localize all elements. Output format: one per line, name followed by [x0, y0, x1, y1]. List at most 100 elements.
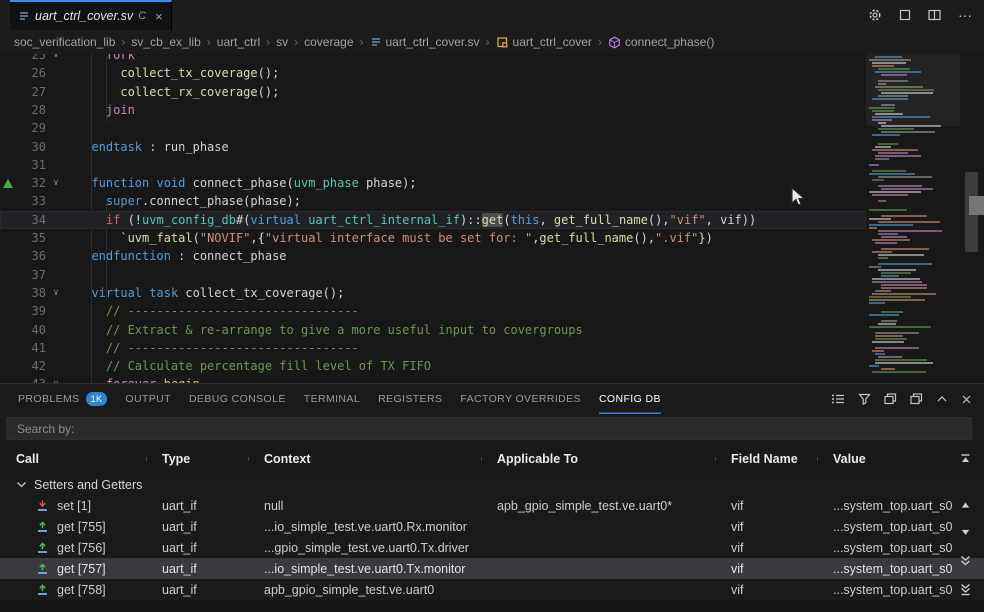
call-label: set [1]: [57, 499, 91, 513]
scroll-down-button[interactable]: [957, 524, 973, 540]
breadcrumb-item-connect-phase-[interactable]: connect_phase(): [608, 35, 714, 49]
code-line-31[interactable]: 31: [0, 156, 866, 174]
code-line-39[interactable]: 39 // --------------------------------: [0, 302, 866, 320]
breadcrumb-separator: ›: [360, 35, 364, 49]
table-row-set-1-[interactable]: set [1]uart_ifnullapb_gpio_simple_test.v…: [0, 495, 984, 516]
table-row-get-757-[interactable]: get [757]uart_if...io_simple_test.ve.uar…: [0, 558, 984, 579]
code-line-25[interactable]: 25∨ fork: [0, 54, 866, 64]
scroll-up-button[interactable]: [957, 497, 973, 513]
layout-square-icon[interactable]: [899, 9, 911, 21]
duplicate-window-icon[interactable]: [910, 393, 923, 405]
code-line-37[interactable]: 37: [0, 266, 866, 284]
breadcrumb-item-sv[interactable]: sv: [276, 35, 288, 49]
code-line-28[interactable]: 28 join: [0, 101, 866, 119]
open-new-window-icon[interactable]: [884, 393, 897, 405]
scroll-bottom-button[interactable]: [957, 581, 973, 597]
code-line-29[interactable]: 29: [0, 119, 866, 137]
code-line-33[interactable]: 33 super.connect_phase(phase);: [0, 192, 866, 210]
collapse-panel-icon[interactable]: [936, 394, 948, 404]
cell-context: apb_gpio_simple_test.ve.uart0: [248, 583, 481, 597]
code-text: if (!uvm_config_db#(virtual uart_ctrl_in…: [77, 211, 756, 229]
code-line-27[interactable]: 27 collect_rx_coverage();: [0, 83, 866, 101]
code-line-35[interactable]: 35 `uvm_fatal("NOVIF",{"virtual interfac…: [0, 229, 866, 247]
panel-tab-output[interactable]: OUTPUT: [125, 384, 171, 414]
close-panel-icon[interactable]: [961, 394, 972, 405]
panel-tab-problems[interactable]: PROBLEMS1K: [18, 384, 107, 414]
split-editor-icon[interactable]: [928, 9, 941, 21]
fold-chevron-icon: [48, 357, 64, 375]
fold-chevron-icon[interactable]: ∨: [48, 54, 64, 64]
cell-context: ...io_simple_test.ve.uart0.Tx.monitor: [248, 562, 481, 576]
code-line-42[interactable]: 42 // Calculate percentage fill level of…: [0, 357, 866, 375]
fold-chevron-icon: [48, 211, 64, 229]
breadcrumb-label: uart_ctrl: [217, 35, 260, 49]
column-header-type[interactable]: Type: [146, 452, 248, 466]
fold-chevron-icon[interactable]: ∨: [48, 284, 64, 302]
fold-chevron-icon[interactable]: ∨: [48, 375, 64, 383]
panel-tab-debug-console[interactable]: DEBUG CONSOLE: [189, 384, 286, 414]
panel-tab-config-db[interactable]: CONFIG DB: [599, 384, 661, 414]
page-down-button[interactable]: [957, 552, 973, 568]
code-line-34[interactable]: 34 if (!uvm_config_db#(virtual uart_ctrl…: [0, 211, 866, 229]
breadcrumb-item-soc-verification-lib[interactable]: soc_verification_lib: [14, 35, 115, 49]
code-text: forever begin: [77, 375, 200, 383]
code-line-38[interactable]: 38∨ virtual task collect_tx_coverage();: [0, 284, 866, 302]
cell-call: get [756]: [0, 541, 146, 555]
cell-context: null: [248, 499, 481, 513]
code-text: endtask : run_phase: [77, 138, 229, 156]
fold-chevron-icon: [48, 138, 64, 156]
column-header-applicable-to[interactable]: Applicable To: [481, 452, 715, 466]
panel-tab-terminal[interactable]: TERMINAL: [304, 384, 360, 414]
table-row-get-755-[interactable]: get [755]uart_if...io_simple_test.ve.uar…: [0, 516, 984, 537]
view-as-list-icon[interactable]: [831, 393, 845, 405]
line-number: 37: [0, 266, 46, 284]
search-input[interactable]: [6, 417, 972, 440]
table-row-get-756-[interactable]: get [756]uart_if...gpio_simple_test.ve.u…: [0, 537, 984, 558]
code-line-32[interactable]: 32∨ function void connect_phase(uvm_phas…: [0, 174, 866, 192]
code-line-26[interactable]: 26 collect_tx_coverage();: [0, 64, 866, 82]
fold-chevron-icon: [48, 192, 64, 210]
panel-tab-registers[interactable]: REGISTERS: [378, 384, 442, 414]
column-header-context[interactable]: Context: [248, 452, 481, 466]
tab-close-icon[interactable]: ×: [155, 10, 163, 23]
column-header-call[interactable]: Call: [0, 452, 146, 466]
line-number: 41: [0, 339, 46, 357]
code-text: virtual task collect_tx_coverage();: [77, 284, 344, 302]
breadcrumb-item-uart-ctrl-cover-sv[interactable]: uart_ctrl_cover.sv: [370, 35, 480, 49]
code-text: function void connect_phase(uvm_phase ph…: [77, 174, 417, 192]
scroll-top-button[interactable]: [957, 451, 973, 467]
filter-icon[interactable]: [858, 393, 871, 405]
call-label: get [757]: [57, 562, 106, 576]
column-header-field-name[interactable]: Field Name: [715, 452, 817, 466]
table-row-get-758-[interactable]: get [758]uart_ifapb_gpio_simple_test.ve.…: [0, 579, 984, 600]
breadcrumb-item-uart-ctrl[interactable]: uart_ctrl: [217, 35, 260, 49]
cell-field_name: vif: [715, 541, 817, 555]
breadcrumb-item-sv-cb-ex-lib[interactable]: sv_cb_ex_lib: [131, 35, 200, 49]
fold-chevron-icon: [48, 339, 64, 357]
breadcrumb-item-coverage[interactable]: coverage: [304, 35, 353, 49]
code-line-30[interactable]: 30 endtask : run_phase: [0, 138, 866, 156]
call-label: get [758]: [57, 583, 106, 597]
editor-tab[interactable]: uart_ctrl_cover.sv C ×: [10, 0, 172, 30]
breadcrumb-item-uart-ctrl-cover[interactable]: uart_ctrl_cover: [496, 35, 592, 49]
minimap[interactable]: [866, 54, 960, 383]
code-text: endfunction : connect_phase: [77, 247, 287, 265]
titlebar-actions: ···: [868, 0, 972, 30]
fold-chevron-icon[interactable]: ∨: [48, 174, 64, 192]
breadcrumb-separator: ›: [121, 35, 125, 49]
more-actions-icon[interactable]: ···: [958, 7, 972, 23]
code-line-40[interactable]: 40 // Extract & re-arrange to give a mor…: [0, 321, 866, 339]
breadcrumb-label: sv_cb_ex_lib: [131, 35, 200, 49]
group-row-setters-and-getters[interactable]: Setters and Getters: [0, 474, 984, 495]
file-icon: [370, 36, 382, 48]
code-line-43[interactable]: 43∨ forever begin: [0, 375, 866, 383]
settings-gear-icon[interactable]: [868, 8, 882, 22]
code-line-41[interactable]: 41 // --------------------------------: [0, 339, 866, 357]
line-number: 26: [0, 64, 46, 82]
code-text: collect_rx_coverage();: [77, 83, 279, 101]
code-line-36[interactable]: 36 endfunction : connect_phase: [0, 247, 866, 265]
breadcrumb-label: soc_verification_lib: [14, 35, 115, 49]
panel-tab-factory-overrides[interactable]: FACTORY OVERRIDES: [460, 384, 581, 414]
editor-scrollbar-handle[interactable]: [969, 196, 984, 215]
class-icon: [496, 36, 509, 49]
